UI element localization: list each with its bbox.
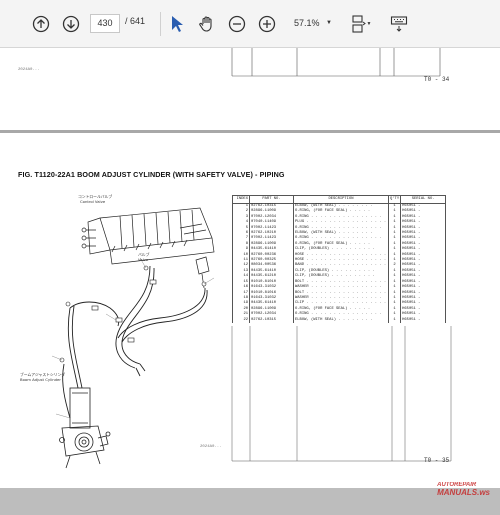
cell-description: O-RING . . . . . . . . . . . . . . . .	[293, 312, 389, 318]
page-stamp: 2024A0...	[200, 445, 222, 449]
watermark-logo: AUTOREPAIR MANUALS.ws	[437, 482, 490, 497]
table-header-row: INDEX PART NO. DESCRIPTION Q'TY SERIAL N…	[232, 195, 447, 204]
prev-page-number: T0 - 34	[424, 76, 450, 83]
page-total: / 641	[125, 16, 146, 26]
cell-description: CLIP . . . . . . . . . . . . . . . . . .	[293, 301, 389, 307]
header-serial-no: SERIAL NO.	[400, 195, 447, 204]
hand-tool-button[interactable]	[196, 13, 218, 35]
parts-table-body: 1 02762-10315 ELBOW, (WITH SEAL) . . . . .…	[232, 203, 447, 323]
table-row: 4 07040-11409 PLUG . . . . . . . . . . . .…	[232, 220, 447, 226]
previous-page-button[interactable]	[30, 13, 52, 35]
zoom-level-select[interactable]: 57.1% ▼	[292, 14, 336, 33]
keyboard-icon	[390, 16, 408, 32]
cell-qty: 1	[387, 317, 402, 323]
viewer-background	[0, 488, 500, 515]
cell-description: WASHER . . . . . . . . . . . . . . . .	[293, 285, 389, 291]
caret-down-icon: ▼	[366, 21, 372, 27]
select-tool-button[interactable]	[166, 13, 188, 35]
pdf-toolbar: 430 / 641 57.1% ▼ ▼	[0, 0, 500, 48]
hand-icon	[199, 16, 212, 32]
svg-text:Boom Adjust Cylinder: Boom Adjust Cylinder	[20, 377, 61, 382]
toolbar-divider	[160, 12, 161, 36]
cell-description: CLIP, (DOUBLES) . . . . . . . . . .	[293, 247, 389, 253]
cursor-arrow-icon	[172, 16, 183, 32]
table-row: 22 02762-10315 ELBOW, (WITH SEAL) . . . . …	[232, 317, 447, 323]
cell-description: CLIP, (DOUBLES) . . . . . . . . . .	[293, 274, 389, 280]
cell-index: 22	[232, 317, 250, 323]
next-page-button[interactable]	[60, 13, 82, 35]
table-row: 21 07002-12034 O-RING . . . . . . . . . . …	[232, 312, 447, 318]
header-qty: Q'TY	[387, 195, 402, 204]
previous-page-drawing	[231, 48, 441, 77]
table-row: 14 04435-61210 CLIP, (DOUBLES) . . . . . .…	[232, 274, 447, 280]
zoom-in-button[interactable]	[256, 13, 278, 35]
cell-part-no: 02762-10315	[249, 317, 294, 323]
figure-title: FIG. T1120-22A1 BOOM ADJUST CYLINDER (WI…	[18, 170, 285, 179]
arrow-down-circle-icon	[62, 15, 80, 33]
previous-pdf-page: 2024A0... T0 - 34	[0, 48, 500, 130]
arrow-up-circle-icon	[32, 15, 50, 33]
piping-diagram: コントロールバルブ Control Valve バルブ Valve ブームアジャ…	[20, 194, 215, 469]
page-number: T0 - 35	[424, 457, 450, 464]
prev-page-stamp: 2024A0...	[18, 68, 40, 72]
page-number-input[interactable]: 430	[90, 14, 120, 33]
zoom-out-button[interactable]	[226, 13, 248, 35]
parts-table: INDEX PART NO. DESCRIPTION Q'TY SERIAL N…	[232, 195, 447, 323]
header-description: DESCRIPTION	[293, 195, 389, 204]
minus-circle-icon	[228, 15, 246, 33]
chevron-down-icon: ▼	[326, 20, 332, 26]
keyboard-button[interactable]	[388, 13, 410, 35]
page-display-dropdown[interactable]: ▼	[364, 13, 374, 35]
current-pdf-page: FIG. T1120-22A1 BOOM ADJUST CYLINDER (WI…	[0, 130, 500, 488]
watermark-line2: MANUALS.ws	[437, 488, 490, 497]
cell-description: PLUG . . . . . . . . . . . . . . . . . .	[293, 220, 389, 226]
svg-text:Control Valve: Control Valve	[80, 199, 106, 204]
cell-serial-no: H65051 -	[400, 317, 447, 323]
header-part-no: PART NO.	[249, 195, 294, 204]
plus-circle-icon	[258, 15, 276, 33]
zoom-level-value: 57.1%	[294, 18, 320, 28]
table-row: 19 04435-61410 CLIP . . . . . . . . . . . …	[232, 301, 447, 307]
table-row: 9 04435-61410 CLIP, (DOUBLES) . . . . . . …	[232, 247, 447, 253]
table-row: 16 01643-31032 WASHER . . . . . . . . . . …	[232, 285, 447, 291]
header-index: INDEX	[232, 195, 250, 204]
cell-description: ELBOW, (WITH SEAL) . . . . . . . .	[293, 317, 389, 323]
